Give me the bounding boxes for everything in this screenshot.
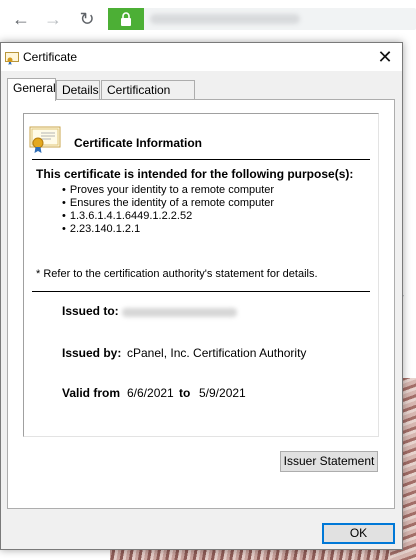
reload-icon[interactable]: ↻ xyxy=(76,8,98,30)
tab-certification-path[interactable]: Certification Path xyxy=(101,80,195,115)
purpose-item: Ensures the identity of a remote compute… xyxy=(62,197,274,210)
certificate-dialog: Certificate ✕ General Details Certificat… xyxy=(0,42,403,550)
lock-icon[interactable] xyxy=(108,8,144,30)
purpose-heading: This certificate is intended for the fol… xyxy=(36,167,354,181)
tab-details[interactable]: Details xyxy=(56,80,100,100)
issued-by-label: Issued by: xyxy=(62,346,122,360)
issued-to-label: Issued to: xyxy=(62,304,119,318)
valid-to-value: 5/9/2021 xyxy=(199,386,246,400)
divider xyxy=(32,291,370,292)
certificate-info-heading: Certificate Information xyxy=(74,136,203,150)
issuer-statement-button[interactable]: Issuer Statement xyxy=(280,451,378,472)
purpose-item: 2.23.140.1.2.1 xyxy=(62,223,274,236)
purpose-item: Proves your identity to a remote compute… xyxy=(62,184,274,197)
ok-button[interactable]: OK xyxy=(322,523,395,544)
arrow-forward-icon[interactable]: → xyxy=(42,8,64,30)
tab-general[interactable]: General xyxy=(7,78,56,101)
certificate-icon xyxy=(29,126,61,153)
divider xyxy=(32,159,370,160)
refer-note: * Refer to the certification authority's… xyxy=(36,268,318,280)
general-tab-panel: Certificate Information This certificate… xyxy=(7,99,395,509)
valid-to-label: to xyxy=(179,386,191,400)
arrow-back-icon[interactable]: ← xyxy=(10,8,32,30)
valid-from-value: 6/6/2021 xyxy=(127,386,174,400)
browser-toolbar: ← → ↻ xyxy=(0,0,416,38)
purpose-item: 1.3.6.1.4.1.6449.1.2.2.52 xyxy=(62,210,274,223)
dialog-title: Certificate xyxy=(23,50,78,64)
issued-by-value: cPanel, Inc. Certification Authority xyxy=(127,346,307,360)
close-icon[interactable]: ✕ xyxy=(374,46,396,68)
certificate-icon xyxy=(5,52,19,65)
dialog-titlebar: Certificate ✕ xyxy=(1,43,402,71)
purpose-list: Proves your identity to a remote compute… xyxy=(62,184,274,236)
certificate-info-box: Certificate Information This certificate… xyxy=(23,113,379,437)
valid-from-label: Valid from xyxy=(62,386,121,400)
url-text-redacted xyxy=(150,14,300,24)
issued-to-value-redacted xyxy=(122,308,237,317)
address-bar[interactable] xyxy=(108,8,416,30)
